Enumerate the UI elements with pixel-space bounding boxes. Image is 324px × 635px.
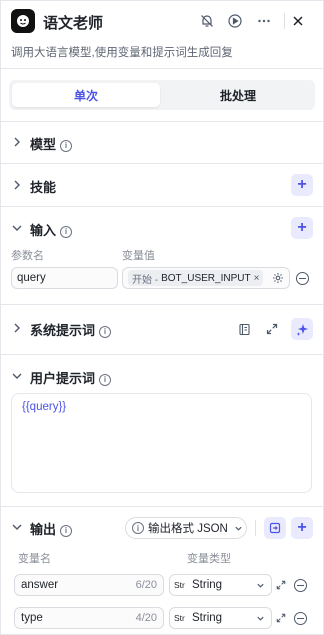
info-icon[interactable]: i [99,373,112,386]
section-system-prompt-label: 系统提示词 [30,323,96,338]
user-prompt-content: {{query}} [22,401,67,413]
variable-tag: 开始 - BOT_USER_INPUT × [128,270,264,286]
char-count: 4/20 [135,612,157,624]
output-format-select[interactable]: i 输出格式 JSON [125,517,247,539]
input-col-value: 变量值 [122,250,155,262]
chevron-down-icon [12,524,22,530]
settings-icon[interactable] [272,272,284,287]
output-format-label: 输出格式 JSON [148,523,228,535]
divider [1,354,323,355]
info-icon[interactable]: i [60,139,73,152]
chevron-down-icon [12,373,22,379]
header-divider [284,13,285,29]
tab-single[interactable]: 单次 [12,83,160,107]
section-output-label: 输出 [30,522,57,537]
section-input-label: 输入 [30,223,57,238]
section-skills-header[interactable]: 技能 [1,172,323,200]
chevron-down-icon [235,526,242,531]
remove-output-icon[interactable] [294,612,307,625]
divider [1,304,323,305]
output-name-input[interactable]: type 4/20 [14,607,164,629]
output-type-select[interactable]: Str String [169,607,272,629]
section-user-prompt-label: 用户提示词 [30,371,96,386]
type-value: String [192,579,223,591]
expand-icon[interactable] [262,319,282,339]
mode-tabs: 单次 批处理 [9,80,315,110]
remove-tag-icon[interactable]: × [254,273,260,284]
import-output-icon[interactable] [264,517,286,539]
add-output-button[interactable]: + [291,517,313,539]
expand-icon[interactable] [274,609,288,627]
output-name-value: answer [21,579,59,591]
output-col-type: 变量类型 [187,553,231,565]
user-prompt-editor[interactable]: {{query}} [11,393,312,493]
divider [1,121,323,122]
close-icon[interactable] [288,11,308,31]
type-value: String [192,612,223,624]
param-name-input[interactable]: query [11,267,118,289]
panel-header: 语文老师 调用大语言模型,使用变量和提示词生成回复 [1,1,323,69]
play-icon[interactable] [225,11,245,31]
add-skill-button[interactable]: + [291,174,313,196]
section-skills-title: 技能 [30,180,57,195]
chevron-right-icon [14,137,20,147]
info-icon[interactable]: i [60,225,73,238]
variable-source: 开始 - [132,274,159,286]
expand-icon[interactable] [274,576,288,594]
chevron-down-icon [257,583,264,588]
section-model-title: 模型 i [30,134,73,153]
node-description: 调用大语言模型,使用变量和提示词生成回复 [11,47,233,59]
param-value-selector[interactable]: 开始 - BOT_USER_INPUT × [122,267,290,289]
prompt-library-icon[interactable] [234,319,254,339]
section-model-label: 模型 [30,137,57,152]
section-output-title: 输出 i [30,519,73,538]
divider [255,520,256,536]
output-name-value: type [21,612,43,624]
type-prefix: Str [174,613,185,623]
more-icon[interactable] [254,11,274,31]
llm-node-panel: 语文老师 调用大语言模型,使用变量和提示词生成回复 单次 批处理 模型 i 技能… [0,0,324,635]
info-icon[interactable]: i [60,524,73,537]
remove-input-icon[interactable] [296,272,309,285]
add-input-button[interactable]: + [291,217,313,239]
output-name-input[interactable]: answer 6/20 [14,574,164,596]
info-icon: i [132,522,144,534]
section-input-header[interactable]: 输入 i [1,215,323,243]
remove-output-icon[interactable] [294,579,307,592]
char-count: 6/20 [135,579,157,591]
output-type-select[interactable]: Str String [169,574,272,596]
divider [1,163,323,164]
chevron-right-icon [14,180,20,190]
input-col-name: 参数名 [11,250,44,262]
tab-batch[interactable]: 批处理 [164,83,312,107]
type-prefix: Str [174,580,185,590]
variable-name: BOT_USER_INPUT [161,272,251,284]
section-user-prompt-header[interactable]: 用户提示词 i [1,363,323,391]
chevron-down-icon [12,225,22,231]
section-model-header[interactable]: 模型 i [1,129,323,157]
output-col-name: 变量名 [18,553,51,565]
section-user-prompt-title: 用户提示词 i [30,368,112,387]
ai-generate-icon[interactable] [291,318,313,340]
info-icon[interactable]: i [99,325,112,338]
section-system-prompt-title: 系统提示词 i [30,320,112,339]
node-avatar-icon [11,9,35,33]
node-title[interactable]: 语文老师 [43,12,103,33]
divider [1,506,323,507]
divider [1,206,323,207]
chevron-down-icon [257,616,264,621]
chevron-right-icon [14,323,20,333]
section-input-title: 输入 i [30,220,73,239]
bell-off-icon[interactable] [197,11,217,31]
